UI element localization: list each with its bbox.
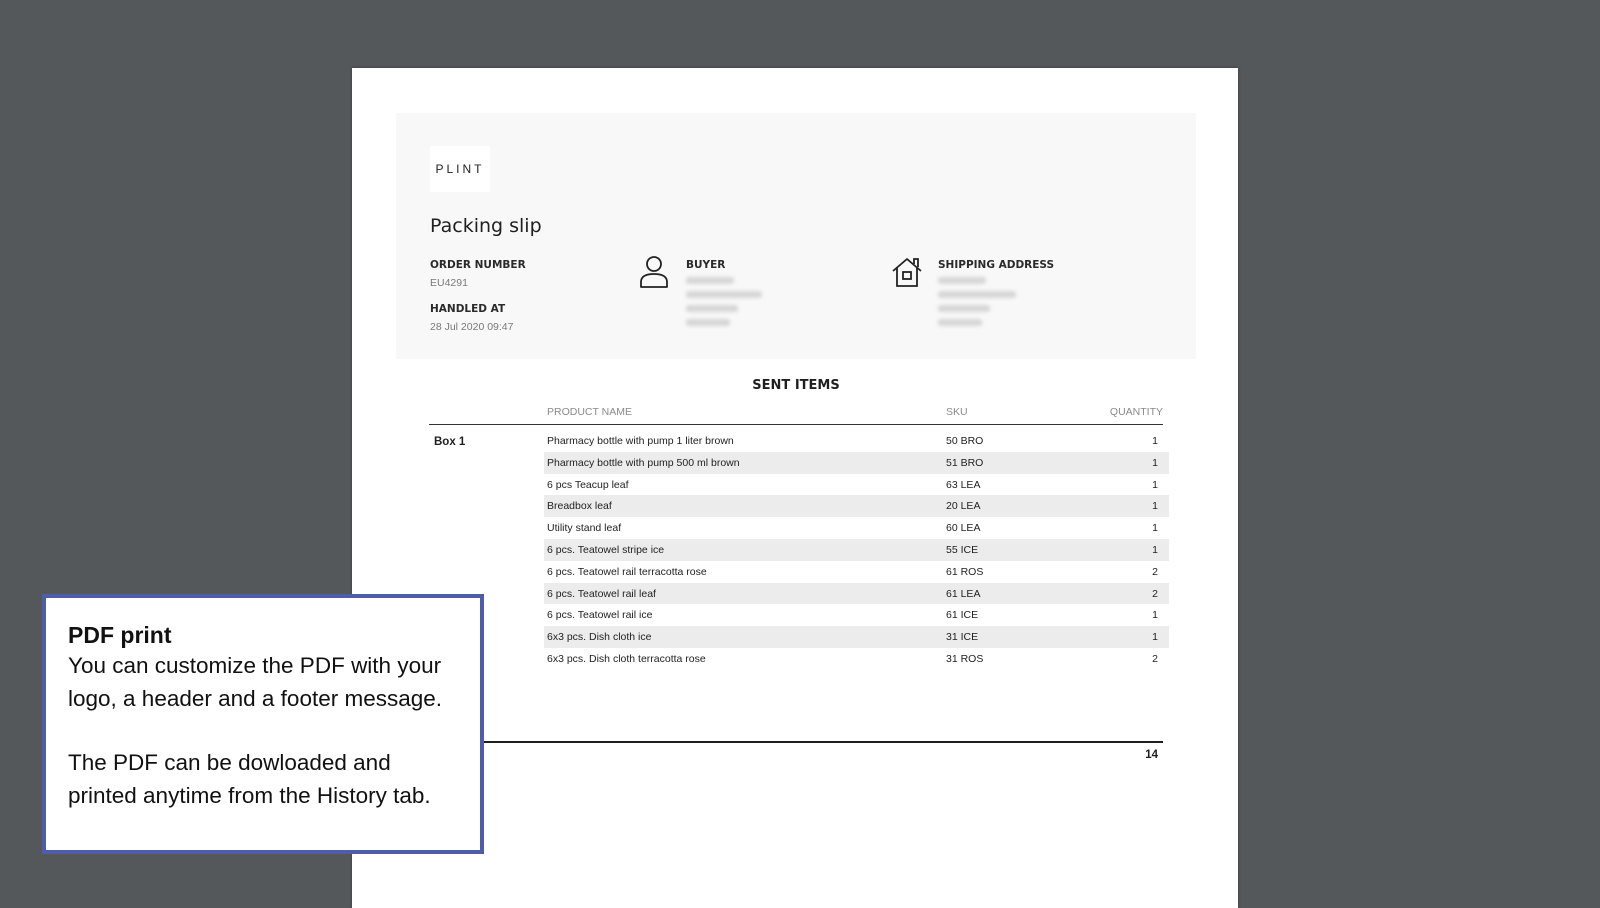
product-name-cell: 6x3 pcs. Dish cloth terracotta rose — [547, 652, 706, 665]
row-stripe — [544, 495, 1169, 518]
table-row: 6 pcs. Teatowel rail ice 61 ICE 1 — [429, 604, 1169, 626]
product-name-cell: Breadbox leaf — [547, 500, 612, 513]
callout-title: PDF print — [68, 622, 172, 648]
brand-logo: PLINT — [430, 146, 490, 192]
quantity-cell: 2 — [1152, 652, 1158, 665]
table-body: Pharmacy bottle with pump 1 liter brown 5… — [429, 430, 1169, 670]
quantity-cell: 1 — [1152, 522, 1158, 535]
buyer-redacted — [686, 277, 734, 284]
product-name-cell: 6 pcs. Teatowel rail ice — [547, 609, 653, 622]
sku-cell: 63 LEA — [946, 478, 981, 491]
buyer-redacted — [686, 291, 762, 298]
sku-cell: 55 ICE — [946, 543, 979, 556]
document-title: Packing slip — [430, 215, 542, 237]
table-row: Breadbox leaf 20 LEA 1 — [429, 495, 1169, 518]
table-row: Pharmacy bottle with pump 500 ml brown 51… — [429, 451, 1169, 474]
person-icon — [640, 256, 668, 288]
sku-cell: 61 LEA — [946, 587, 981, 600]
quantity-cell: 1 — [1152, 435, 1158, 447]
document-header: PLINT Packing slip ORDER NUMBER EU4291 H… — [396, 113, 1196, 359]
order-number-value: EU4291 — [430, 277, 468, 289]
shipping-address-label: SHIPPING ADDRESS — [938, 259, 1055, 271]
pdf-page: PLINT Packing slip ORDER NUMBER EU4291 H… — [352, 68, 1238, 908]
buyer-redacted — [686, 319, 730, 326]
quantity-cell: 1 — [1152, 543, 1158, 556]
table-row: 6 pcs. Teatowel stripe ice 55 ICE 1 — [429, 538, 1169, 561]
table-footer: 14 — [429, 741, 1163, 761]
sku-cell: 20 LEA — [946, 500, 981, 513]
product-name-cell: Utility stand leaf — [547, 522, 622, 535]
callout-text: The PDF can be dowloaded and printed any… — [68, 750, 431, 808]
table-row: Utility stand leaf 60 LEA 1 — [429, 517, 1169, 539]
product-name-cell: 6 pcs. Teatowel stripe ice — [547, 543, 665, 556]
column-header-product: PRODUCT NAME — [547, 406, 632, 418]
product-name-cell: 6 pcs Teacup leaf — [547, 478, 629, 491]
table-row: 6 pcs Teacup leaf 63 LEA 1 — [429, 474, 1169, 496]
table-row: 6x3 pcs. Dish cloth ice 31 ICE 1 — [429, 626, 1169, 648]
shipping-redacted — [938, 305, 990, 312]
quantity-cell: 2 — [1152, 587, 1158, 600]
quantity-cell: 1 — [1152, 609, 1158, 622]
sent-items-title: SENT ITEMS — [752, 378, 840, 393]
shipping-redacted — [938, 277, 986, 284]
buyer-label: BUYER — [686, 259, 726, 271]
table-row: Pharmacy bottle with pump 1 liter brown 5… — [429, 430, 1169, 452]
product-name-cell: 6 pcs. Teatowel rail terracotta rose — [547, 565, 707, 578]
sku-cell: 61 ICE — [946, 609, 979, 622]
sku-cell: 51 BRO — [946, 456, 984, 469]
handled-at-value: 28 Jul 2020 09:47 — [430, 321, 514, 333]
shipping-redacted — [938, 319, 982, 326]
column-header-sku: SKU — [946, 406, 968, 418]
total-quantity: 14 — [1145, 749, 1158, 761]
quantity-cell: 1 — [1152, 456, 1158, 469]
order-number-label: ORDER NUMBER — [430, 259, 526, 271]
table-row: 6 pcs. Teatowel rail leaf 61 LEA 2 — [429, 582, 1169, 605]
product-name-cell: 6 pcs. Teatowel rail leaf — [547, 587, 656, 600]
product-name-cell: Pharmacy bottle with pump 500 ml brown — [547, 456, 740, 469]
callout-text: You can customize the PDF with your logo… — [68, 653, 443, 711]
sku-cell: 50 BRO — [946, 435, 984, 447]
sku-cell: 31 ICE — [946, 631, 979, 644]
quantity-cell: 1 — [1152, 478, 1158, 491]
column-header-quantity: QUANTITY — [1109, 406, 1163, 418]
handled-at-label: HANDLED AT — [430, 303, 506, 315]
quantity-cell: 2 — [1152, 565, 1158, 578]
sku-cell: 31 ROS — [946, 652, 984, 665]
product-name-cell: Pharmacy bottle with pump 1 liter brown — [547, 435, 734, 447]
table-header: PRODUCT NAME SKU QUANTITY — [429, 406, 1163, 425]
quantity-cell: 1 — [1152, 631, 1158, 644]
shipping-redacted — [938, 291, 1016, 298]
house-icon — [892, 258, 922, 287]
table-row: 6x3 pcs. Dish cloth terracotta rose 31 RO… — [429, 648, 1169, 670]
sku-cell: 60 LEA — [946, 522, 981, 535]
buyer-redacted — [686, 305, 738, 312]
sku-cell: 61 ROS — [946, 565, 984, 578]
table-row: 6 pcs. Teatowel rail terracotta rose 61 R… — [429, 561, 1169, 583]
product-name-cell: 6x3 pcs. Dish cloth ice — [547, 631, 652, 644]
quantity-cell: 1 — [1152, 500, 1158, 513]
info-callout: PDF print You can customize the PDF with… — [42, 594, 484, 854]
